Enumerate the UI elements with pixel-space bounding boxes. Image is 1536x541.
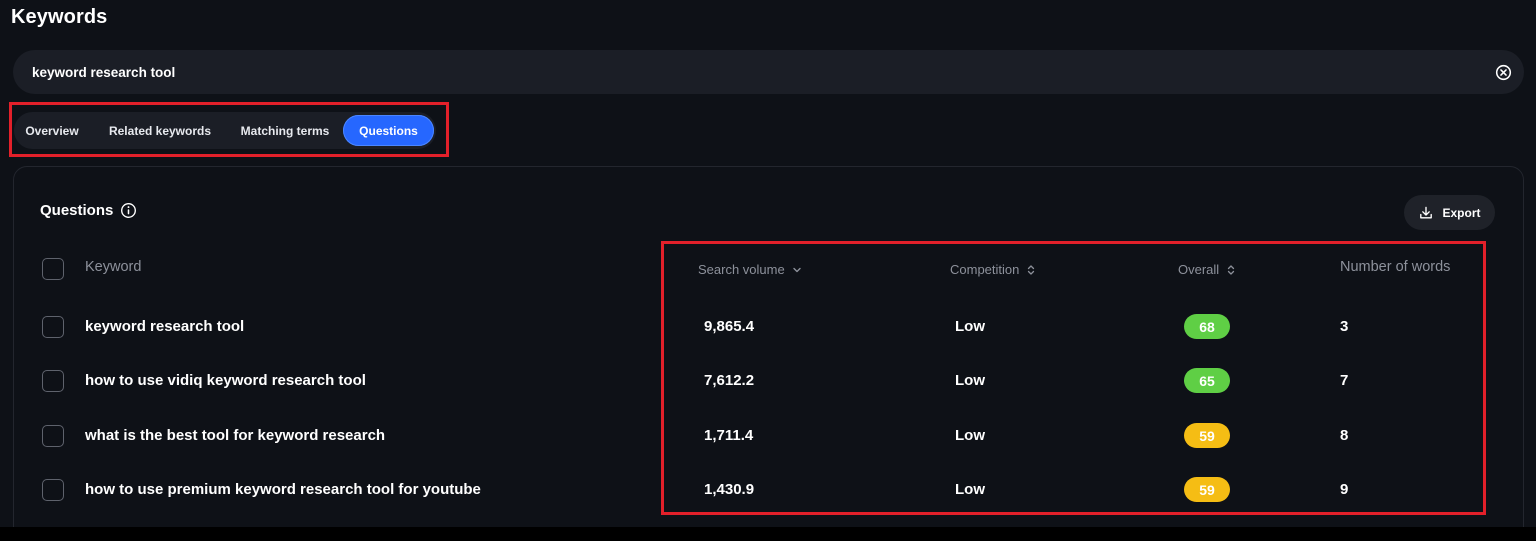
section-title-label: Questions [40, 201, 114, 219]
export-button[interactable]: Export [1404, 195, 1495, 230]
info-icon[interactable] [119, 201, 137, 219]
row-checkbox[interactable] [42, 425, 64, 447]
row-checkbox[interactable] [42, 479, 64, 501]
keyword-cell[interactable]: what is the best tool for keyword resear… [85, 427, 385, 444]
tab-matching-terms[interactable]: Matching terms [232, 115, 338, 146]
clear-search-button[interactable] [1494, 63, 1512, 81]
clear-circle-icon [1495, 64, 1511, 80]
keyword-cell[interactable]: keyword research tool [85, 318, 244, 335]
page-title: Keywords [11, 6, 108, 28]
search-input[interactable] [32, 50, 1472, 94]
row-checkbox[interactable] [42, 316, 64, 338]
tab-bar: Overview Related keywords Matching terms… [14, 112, 436, 149]
row-checkbox[interactable] [42, 370, 64, 392]
tab-questions[interactable]: Questions [343, 115, 434, 146]
download-icon [1420, 206, 1433, 218]
tab-related-keywords[interactable]: Related keywords [96, 115, 224, 146]
tab-overview[interactable]: Overview [17, 115, 87, 146]
keyword-cell[interactable]: how to use premium keyword research tool… [85, 481, 481, 498]
column-header-keyword: Keyword [85, 259, 142, 275]
keyword-cell[interactable]: how to use vidiq keyword research tool [85, 372, 366, 389]
search-bar [13, 50, 1524, 94]
export-label: Export [1442, 205, 1481, 220]
section-title: Questions [40, 201, 137, 219]
select-all-checkbox[interactable] [42, 258, 64, 280]
app-window: Keywords Overview Related keywords Match… [0, 0, 1536, 527]
metrics-highlight-box [661, 241, 1486, 515]
